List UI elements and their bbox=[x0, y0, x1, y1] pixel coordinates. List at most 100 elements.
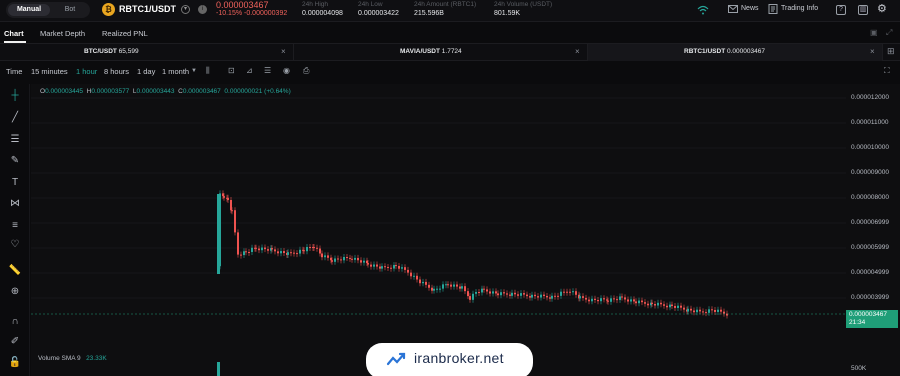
watermark-text: iranbroker.net bbox=[414, 350, 504, 366]
stat-label: 24h Amount (RBTC1) bbox=[414, 1, 477, 8]
snapshot-icon[interactable]: ⎙ bbox=[303, 66, 309, 76]
price-tick: 0.000010000 bbox=[851, 144, 889, 151]
price-tick: 0.000011000 bbox=[851, 119, 889, 126]
interval-dropdown-icon[interactable]: ▼ bbox=[191, 68, 197, 74]
candle-type-icon[interactable]: ⫼ bbox=[206, 66, 210, 76]
lock-pencil-icon[interactable]: ✐ bbox=[8, 335, 22, 349]
active-tab-indicator bbox=[4, 41, 26, 43]
price-tick: 0.000012000 bbox=[851, 94, 889, 101]
fullscreen-icon[interactable]: ⛶ bbox=[884, 66, 890, 76]
current-price: 0.000003467 bbox=[849, 311, 887, 318]
volume-legend: Volume SMA 9 23.33K bbox=[38, 355, 107, 362]
stat-value: 215.596B bbox=[414, 10, 444, 17]
magnet-icon[interactable]: ∩ bbox=[8, 315, 22, 329]
interval-1d[interactable]: 1 day bbox=[137, 67, 155, 76]
interval-8h[interactable]: 8 hours bbox=[104, 67, 129, 76]
stat-label: 24h Volume (USDT) bbox=[494, 1, 553, 8]
tab-market-depth[interactable]: Market Depth bbox=[40, 29, 85, 38]
mail-icon[interactable] bbox=[728, 5, 738, 14]
settings-gear-icon[interactable]: ⚙ bbox=[877, 2, 887, 15]
interval-1h[interactable]: 1 hour bbox=[76, 67, 97, 76]
document-icon bbox=[768, 4, 778, 14]
drawing-tools: ┼ ╱ ☰ ✎ T ⋈ ≡ ♡ 📏 ⊕ ∩ ✐ 🔓 bbox=[0, 84, 30, 376]
stat-label: 24h High bbox=[302, 1, 329, 8]
volume-value: 23.33K bbox=[86, 355, 107, 362]
candlestick-chart bbox=[31, 97, 846, 376]
news-link[interactable]: News bbox=[741, 5, 759, 12]
price-tick: 0.000004999 bbox=[851, 269, 889, 276]
window-icon[interactable]: ▣ bbox=[870, 28, 878, 37]
compare-icon[interactable]: ⊿ bbox=[246, 66, 253, 75]
interval-15m[interactable]: 15 minutes bbox=[31, 67, 68, 76]
trading-info-link[interactable]: Trading Info bbox=[781, 5, 818, 12]
chart-pair-tabs: BTC/USDT 65,599 × MAVIA/USDT 1.7724 × RB… bbox=[0, 44, 900, 61]
chart-tab-pair: BTC/USDT bbox=[84, 48, 117, 55]
interval-1month[interactable]: 1 month bbox=[162, 67, 189, 76]
ohlc-high: 0.000003577 bbox=[91, 88, 130, 95]
brush-icon[interactable]: ✎ bbox=[8, 154, 22, 168]
wifi-icon bbox=[697, 5, 709, 15]
price-axis[interactable]: 0.000012000 0.000011000 0.000010000 0.00… bbox=[846, 84, 900, 376]
stat-value: 0.000004098 bbox=[302, 10, 343, 17]
close-icon[interactable]: × bbox=[575, 47, 580, 56]
coin-logo: ₿ bbox=[102, 3, 115, 16]
grid-layout-icon[interactable]: ⊞ bbox=[887, 46, 895, 57]
chart-tab-pair: RBTC1/USDT bbox=[684, 48, 726, 55]
crosshair-icon[interactable]: ┼ bbox=[8, 89, 22, 103]
lock-icon[interactable]: 🔓 bbox=[8, 356, 22, 370]
price-tick: 0.000009000 bbox=[851, 169, 889, 176]
ohlc-change: 0.000000021 (+0.64%) bbox=[224, 88, 291, 95]
chart-tab-mavia[interactable]: MAVIA/USDT 1.7724 × bbox=[294, 44, 588, 61]
bot-tab[interactable]: Bot bbox=[52, 4, 88, 16]
close-icon[interactable]: × bbox=[870, 47, 875, 56]
help-icon[interactable]: ? bbox=[836, 5, 846, 15]
trend-line-icon[interactable]: ╱ bbox=[8, 111, 22, 125]
stat-value: 0.000003422 bbox=[358, 10, 399, 17]
favorite-heart-icon[interactable]: ♡ bbox=[8, 238, 22, 252]
ohlc-open: 0.000003445 bbox=[45, 88, 84, 95]
top-bar: Manual Bot ₿ RBTC1/USDT ▾ i 0.000003467 … bbox=[0, 0, 900, 22]
chart-tab-btc[interactable]: BTC/USDT 65,599 × bbox=[0, 44, 294, 61]
list-settings-icon[interactable]: ☰ bbox=[264, 66, 271, 75]
time-button[interactable]: Time bbox=[6, 67, 22, 76]
volume-axis-tick: 500K bbox=[851, 365, 867, 372]
info-icon[interactable]: i bbox=[198, 5, 207, 14]
price-tick: 0.000006999 bbox=[851, 219, 889, 226]
ohlc-close: 0.000003467 bbox=[182, 88, 221, 95]
last-price: 0.000003467 bbox=[216, 0, 269, 10]
stat-label: 24h Low bbox=[358, 1, 383, 8]
chart-area[interactable] bbox=[31, 84, 846, 376]
fib-icon[interactable]: ≡ bbox=[8, 219, 22, 233]
chart-tab-price: 1.7724 bbox=[441, 48, 462, 55]
indicator-icon[interactable]: ⊡ bbox=[228, 66, 235, 75]
mode-switch: Manual Bot bbox=[6, 2, 90, 18]
zoom-in-icon[interactable]: ⊕ bbox=[8, 285, 22, 299]
horizontal-lines-icon[interactable]: ☰ bbox=[8, 133, 22, 147]
expand-icon[interactable]: ⤢ bbox=[886, 28, 892, 38]
chart-toolbar: Time 15 minutes 1 hour 8 hours 1 day 1 m… bbox=[0, 61, 900, 81]
price-tick: 0.000005999 bbox=[851, 244, 889, 251]
stat-value: 801.59K bbox=[494, 10, 521, 17]
chart-tab-price: 65,599 bbox=[118, 48, 139, 55]
ruler-icon[interactable]: 📏 bbox=[8, 264, 22, 278]
pair-title[interactable]: RBTC1/USDT bbox=[119, 4, 176, 14]
ohlc-legend: O0.000003445 H0.000003577 L0.000003443 C… bbox=[40, 88, 291, 95]
pattern-icon[interactable]: ⋈ bbox=[8, 197, 22, 211]
layout-icon[interactable]: ▥ bbox=[858, 5, 868, 15]
chart-tab-price: 0.000003467 bbox=[726, 48, 765, 55]
ohlc-low: 0.000003443 bbox=[136, 88, 175, 95]
view-tabs: Chart Market Depth Realized PNL ▣ ⤢ bbox=[0, 22, 900, 44]
chart-tab-rbtc1[interactable]: RBTC1/USDT 0.000003467 × bbox=[588, 44, 883, 61]
tab-chart[interactable]: Chart bbox=[4, 29, 24, 38]
price-change: -10.15% -0.000000392 bbox=[216, 10, 288, 17]
text-icon[interactable]: T bbox=[8, 176, 22, 190]
brand-logo-icon bbox=[386, 352, 406, 366]
tab-realized-pnl[interactable]: Realized PNL bbox=[102, 29, 148, 38]
chevron-down-icon[interactable]: ▾ bbox=[181, 5, 190, 14]
close-icon[interactable]: × bbox=[281, 47, 286, 56]
candle-countdown: 21:34 bbox=[849, 319, 866, 326]
manual-tab[interactable]: Manual bbox=[8, 4, 50, 16]
camera-icon[interactable]: ◉ bbox=[283, 66, 290, 75]
chart-tab-pair: MAVIA/USDT bbox=[400, 48, 440, 55]
current-price-tag: 0.000003467 21:34 bbox=[846, 310, 898, 328]
